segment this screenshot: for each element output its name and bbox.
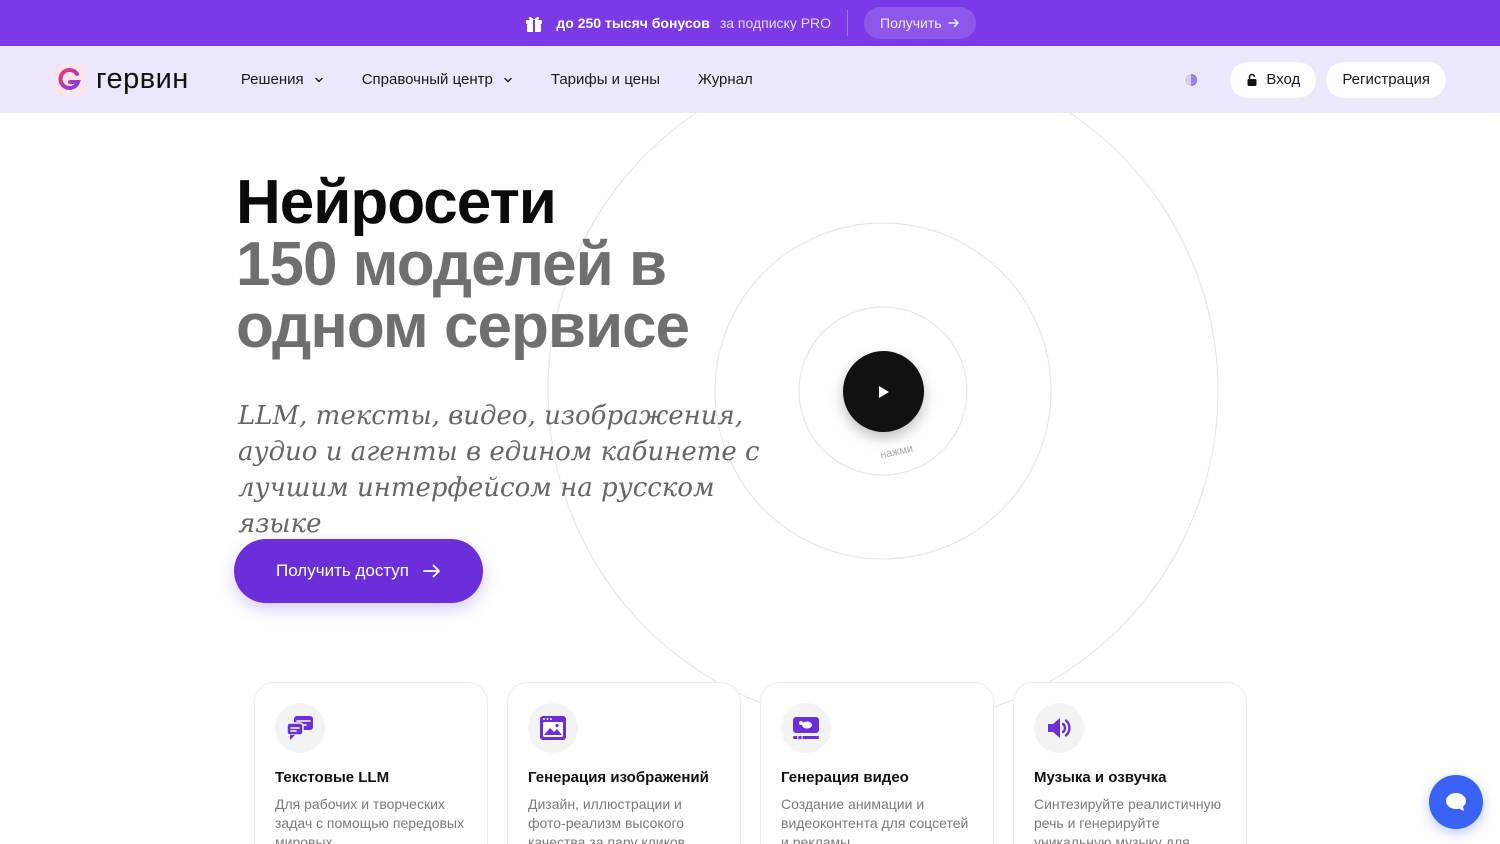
promo-bonus-text: до 250 тысяч бонусов (556, 15, 710, 31)
brand-logo[interactable]: гервин (54, 63, 189, 96)
nav-item-help-center[interactable]: Справочный центр (362, 71, 513, 88)
register-label: Регистрация (1342, 71, 1430, 88)
card-description: Для рабочих и творческих задач с помощью… (275, 796, 464, 844)
speaker-icon (1034, 703, 1084, 753)
nav-item-label: Тарифы и цены (550, 71, 661, 88)
card-description: Создание анимации и видеоконтента для со… (781, 796, 969, 844)
promo-divider (847, 10, 849, 36)
hero-title: Нейросети 150 моделей в одном сервисе (236, 172, 796, 358)
theme-toggle[interactable] (1174, 63, 1208, 97)
header-actions: Вход Регистрация (1174, 61, 1446, 98)
hero-title-line1: Нейросети (236, 168, 557, 237)
promo-subscription-text: за подписку PRO (719, 15, 832, 31)
play-icon (878, 385, 889, 398)
card-title: Генерация видео (781, 769, 909, 786)
card-description: Дизайн, иллюстрации и фото-реализм высок… (528, 796, 686, 844)
lock-icon (1247, 73, 1257, 86)
chevron-down-icon (314, 77, 323, 83)
get-access-button[interactable]: Получить доступ (234, 539, 483, 603)
chat-bubble-icon (1446, 793, 1466, 811)
register-button[interactable]: Регистрация (1326, 61, 1446, 98)
chevron-down-icon (504, 77, 512, 83)
nav-item-label: Решения (240, 71, 304, 88)
gift-icon (526, 16, 543, 32)
site-header: гервин Решения Справочный центр Тарифы и… (0, 46, 1500, 113)
card-title: Текстовые LLM (275, 769, 390, 786)
chat-bubbles-icon (275, 703, 325, 753)
nav-item-pricing[interactable]: Тарифы и цены (551, 71, 660, 88)
theme-contrast-icon (1183, 71, 1200, 88)
card-title: Музыка и озвучка (1034, 769, 1167, 786)
feature-card-text-llm[interactable]: Текстовые LLM Для рабочих и творческих з… (254, 682, 488, 844)
play-hint-label: нажми (879, 442, 915, 462)
feature-card-video-generation[interactable]: Генерация видео Создание анимации и виде… (760, 682, 994, 844)
login-button[interactable]: Вход (1230, 61, 1317, 98)
login-label: Вход (1266, 71, 1301, 88)
promo-get-label: Получить (880, 15, 942, 31)
nav-item-journal[interactable]: Журнал (698, 71, 753, 88)
get-access-label: Получить доступ (276, 561, 409, 580)
image-window-icon (528, 703, 578, 753)
card-title: Генерация изображений (528, 769, 709, 786)
feature-cards: Текстовые LLM Для рабочих и творческих з… (254, 682, 1247, 844)
logo-mark-icon (54, 63, 86, 96)
feature-card-music-voice[interactable]: Музыка и озвучка Синтезируйте реалистичн… (1013, 682, 1247, 844)
promo-bar: до 250 тысяч бонусов за подписку PRO Пол… (0, 0, 1500, 46)
arrow-right-icon (947, 18, 959, 28)
video-icon (781, 703, 831, 753)
hero-subtitle: LLM, тексты, видео, изображения, аудио и… (238, 401, 760, 539)
hero-title-line2: 150 моделей в одном сервисе (236, 230, 690, 361)
nav-item-label: Справочный центр (361, 71, 493, 88)
brand-name: гервин (96, 63, 189, 95)
main-nav: Решения Справочный центр Тарифы и цены Ж… (241, 71, 791, 88)
chat-widget-button[interactable] (1429, 775, 1483, 829)
nav-item-label: Журнал (698, 71, 753, 88)
feature-card-image-generation[interactable]: Генерация изображений Дизайн, иллюстраци… (507, 682, 741, 844)
nav-item-solutions[interactable]: Решения (241, 71, 324, 88)
promo-get-button[interactable]: Получить (864, 7, 976, 39)
arrow-right-icon (423, 564, 440, 578)
card-description: Синтезируйте реалистичную речь и генерир… (1034, 796, 1222, 844)
play-video-button[interactable] (843, 351, 924, 432)
